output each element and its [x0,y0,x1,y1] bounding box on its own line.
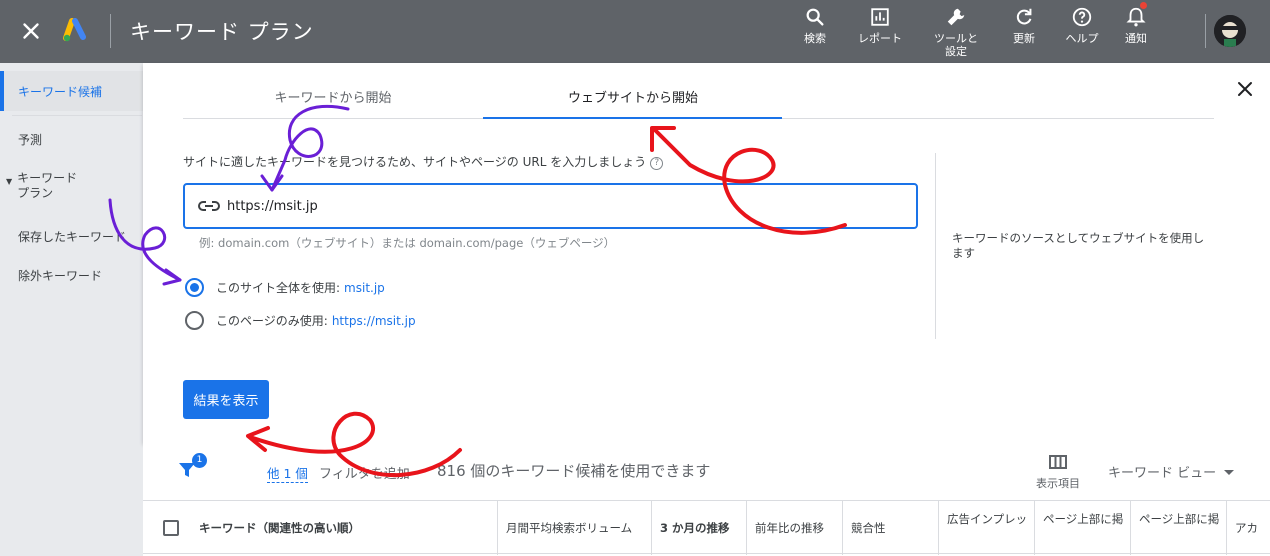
close-icon[interactable] [18,18,44,44]
tab-label: キーワードから開始 [274,90,392,106]
sidebar-item-label: 予測 [18,133,43,147]
help-icon [1072,7,1092,27]
url-example-hint: 例: domain.com（ウェブサイト）または domain.com/page… [199,236,616,250]
keyword-count-message: 816 個のキーワード候補を使用できます [437,462,711,480]
website-source-note: キーワードのソースとしてウェブサイトを使用します [952,231,1205,260]
col-competition[interactable]: 競合性 [842,501,938,555]
sidebar-item-keyword-plan[interactable]: ▼ キーワード プラン [6,171,149,201]
active-tab-indicator [483,117,782,119]
columns-button[interactable]: 表示項目 [1028,455,1088,491]
keyword-view-dropdown[interactable]: キーワード ビュー [1108,462,1235,481]
col-keyword[interactable]: キーワード（関連性の高い順） [191,501,497,555]
radio-entire-site[interactable]: このサイト全体を使用: msit.jp [185,278,385,297]
page-title: キーワード プラン [130,20,314,44]
filter-count-badge: 1 [192,453,207,468]
col-ad-impression-share[interactable]: 広告インプレッ [938,501,1034,555]
nav-notifications[interactable]: 通知 [1101,6,1171,45]
divider [12,115,142,116]
search-icon [806,8,824,26]
columns-icon [1049,455,1067,469]
other-filters-link[interactable]: 他 1 個 [267,463,308,483]
sidebar-item-label: 除外キーワード [18,269,103,283]
sidebar-item-keyword-ideas[interactable]: キーワード候補 [0,71,143,111]
divider [935,153,936,339]
table-header: キーワード（関連性の高い順） 月間平均検索ボリューム 3 か月の推移 前年比の推… [143,500,1270,555]
help-icon[interactable]: ? [650,157,664,170]
top-bar: キーワード プラン 検索 レポート ツールと 設定 更新 ヘルプ 通知 [0,0,1270,63]
nav-search[interactable]: 検索 [780,6,850,45]
website-start-panel: キーワードから開始 ウェブサイトから開始 サイトに適したキーワードを見つけるため… [143,63,1270,443]
avatar-image [1214,15,1246,47]
sidebar-item-forecast[interactable]: 予測 [18,131,161,148]
nav-report[interactable]: レポート [845,6,915,45]
col-top-of-page-bid-low[interactable]: ページ上部に掲 [1034,501,1130,555]
col-yoy-change[interactable]: 前年比の推移 [746,501,842,555]
nav-tools[interactable]: ツールと 設定 [921,6,991,58]
tab-start-with-website[interactable]: ウェブサイトから開始 [483,73,783,119]
notification-dot [1140,2,1147,9]
radio-label: このページのみ使用: [216,314,328,328]
radio-label: このサイト全体を使用: [216,281,341,295]
caret-down-icon: ▼ [6,177,13,186]
nav-search-label: 検索 [804,32,826,45]
sidebar-item-label: キーワード候補 [18,85,103,99]
radio-this-page-only[interactable]: このページのみ使用: https://msit.jp [185,311,416,330]
view-label: キーワード ビュー [1108,466,1217,481]
close-icon[interactable] [1233,77,1257,101]
link-icon [198,201,220,211]
nav-report-label: レポート [858,32,902,45]
sidebar-item-saved-keywords[interactable]: 保存したキーワード [18,228,161,245]
col-top-of-page-bid-high[interactable]: ページ上部に掲 [1130,501,1226,555]
nav-tools-label: ツールと 設定 [934,32,978,58]
url-value: https://msit.jp [227,199,318,214]
bell-icon [1126,7,1146,27]
radio-value: https://msit.jp [331,313,416,328]
add-filter-button[interactable]: フィルタを追加 [319,463,410,482]
divider [1205,14,1206,48]
report-icon [871,8,889,26]
radio-value: msit.jp [344,280,385,295]
sidebar: キーワード候補 予測 ▼ キーワード プラン 保存したキーワード 除外キーワード [0,63,143,556]
results-area: 1 他 1 個 フィルタを追加 816 個のキーワード候補を使用できます 表示項… [143,443,1270,556]
url-input[interactable]: https://msit.jp [183,183,918,229]
nav-notifications-label: 通知 [1125,32,1147,45]
avatar[interactable] [1214,15,1246,47]
radio-button-selected[interactable] [185,278,204,297]
columns-label: 表示項目 [1036,477,1080,490]
col-avg-monthly-searches[interactable]: 月間平均検索ボリューム [497,501,651,555]
col-account-status[interactable]: アカ [1226,501,1270,555]
instruction-text: サイトに適したキーワードを見つけるため、サイトやページの URL を入力しましょ… [183,153,664,170]
radio-button[interactable] [185,311,204,330]
col-3-month-change[interactable]: 3 か月の推移 [651,501,746,555]
wrench-icon [947,8,965,26]
divider [110,14,111,48]
sidebar-item-label: キーワード プラン [17,171,78,200]
select-all-checkbox[interactable] [163,520,179,536]
refresh-icon [1016,8,1032,25]
caret-down-icon [1224,470,1235,475]
sidebar-item-negative-keywords[interactable]: 除外キーワード [18,267,161,284]
tab-label: ウェブサイトから開始 [567,90,698,106]
instruction-label: サイトに適したキーワードを見つけるため、サイトやページの URL を入力しましょ… [183,155,647,169]
nav-refresh-label: 更新 [1013,32,1035,45]
nav-help-label: ヘルプ [1065,32,1099,45]
google-ads-logo [63,18,86,42]
tab-start-with-keywords[interactable]: キーワードから開始 [183,73,483,119]
sidebar-item-label: 保存したキーワード [18,230,127,244]
show-results-button[interactable]: 結果を表示 [183,380,269,419]
